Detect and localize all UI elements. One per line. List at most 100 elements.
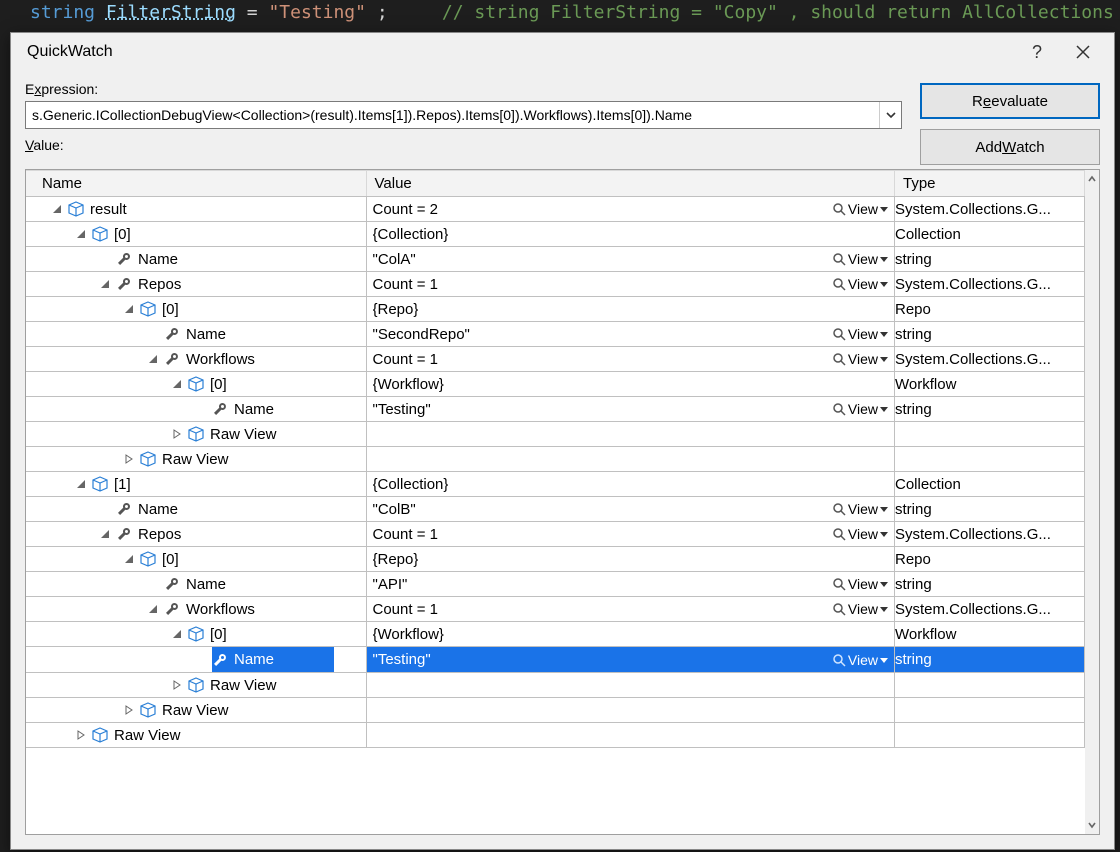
grid-header-row: Name Value Type xyxy=(26,171,1085,197)
row-type: System.Collections.G... xyxy=(895,201,1051,218)
scroll-down-icon[interactable] xyxy=(1085,816,1099,834)
table-row[interactable]: [1]{Collection}Collection xyxy=(26,472,1085,497)
table-row[interactable]: resultCount = 2ViewSystem.Collections.G.… xyxy=(26,197,1085,222)
row-value: "API" xyxy=(373,576,408,593)
expander-open-icon[interactable] xyxy=(170,627,184,641)
view-visualizer-button[interactable]: View xyxy=(832,601,888,617)
view-visualizer-button[interactable]: View xyxy=(832,652,888,668)
expander-open-icon[interactable] xyxy=(146,602,160,616)
table-row[interactable]: ReposCount = 1ViewSystem.Collections.G..… xyxy=(26,272,1085,297)
expander-open-icon[interactable] xyxy=(74,227,88,241)
table-row[interactable]: [0]{Repo}Repo xyxy=(26,297,1085,322)
expander-open-icon[interactable] xyxy=(170,377,184,391)
view-visualizer-button[interactable]: View xyxy=(832,401,888,417)
titlebar: QuickWatch ? xyxy=(11,33,1114,71)
row-name: result xyxy=(90,201,127,218)
magnifier-icon xyxy=(832,202,846,216)
row-name: Raw View xyxy=(210,677,276,694)
view-visualizer-button[interactable]: View xyxy=(832,326,888,342)
expression-input[interactable] xyxy=(25,101,902,129)
magnifier-icon xyxy=(832,327,846,341)
view-visualizer-button[interactable]: View xyxy=(832,251,888,267)
table-row[interactable]: [0]{Workflow}Workflow xyxy=(26,372,1085,397)
view-visualizer-button[interactable]: View xyxy=(832,351,888,367)
expander-open-icon[interactable] xyxy=(122,552,136,566)
row-name: [0] xyxy=(162,301,179,318)
box-icon xyxy=(68,201,84,217)
expander-open-icon[interactable] xyxy=(50,202,64,216)
row-name: Name xyxy=(234,401,274,418)
wrench-icon xyxy=(164,326,180,342)
table-row[interactable]: ReposCount = 1ViewSystem.Collections.G..… xyxy=(26,522,1085,547)
table-row[interactable]: Name"ColB"Viewstring xyxy=(26,497,1085,522)
magnifier-icon xyxy=(832,252,846,266)
view-visualizer-button[interactable]: View xyxy=(832,576,888,592)
table-row[interactable]: Name"ColA"Viewstring xyxy=(26,247,1085,272)
row-name: Workflows xyxy=(186,351,255,368)
row-value: Count = 1 xyxy=(373,351,438,368)
wrench-icon xyxy=(212,401,228,417)
table-row[interactable]: Raw View xyxy=(26,698,1085,723)
expander-closed-icon[interactable] xyxy=(122,703,136,717)
view-visualizer-button[interactable]: View xyxy=(832,276,888,292)
row-name: Workflows xyxy=(186,601,255,618)
row-name: Name xyxy=(138,251,178,268)
box-icon xyxy=(188,626,204,642)
table-row[interactable]: Raw View xyxy=(26,447,1085,472)
table-row[interactable]: [0]{Workflow}Workflow xyxy=(26,622,1085,647)
box-icon xyxy=(188,376,204,392)
table-row[interactable]: Raw View xyxy=(26,673,1085,698)
vertical-scrollbar[interactable] xyxy=(1085,170,1099,834)
row-value: Count = 1 xyxy=(373,601,438,618)
code-keyword: string xyxy=(30,2,95,23)
expander-closed-icon[interactable] xyxy=(170,678,184,692)
table-row[interactable]: [0]{Repo}Repo xyxy=(26,547,1085,572)
table-row[interactable]: Name"Testing"Viewstring xyxy=(26,647,1085,673)
expander-open-icon[interactable] xyxy=(98,277,112,291)
expander-closed-icon[interactable] xyxy=(74,728,88,742)
row-type: string xyxy=(895,501,932,518)
wrench-icon xyxy=(164,351,180,367)
expander-closed-icon[interactable] xyxy=(122,452,136,466)
row-name: [1] xyxy=(114,476,131,493)
expression-dropdown-button[interactable] xyxy=(879,102,901,128)
row-type: Repo xyxy=(895,301,931,318)
wrench-icon xyxy=(116,526,132,542)
col-header-name[interactable]: Name xyxy=(26,171,366,197)
table-row[interactable]: WorkflowsCount = 1ViewSystem.Collections… xyxy=(26,597,1085,622)
col-header-value[interactable]: Value xyxy=(366,171,895,197)
expander-open-icon[interactable] xyxy=(98,527,112,541)
table-row[interactable]: Name"Testing"Viewstring xyxy=(26,397,1085,422)
expander-closed-icon[interactable] xyxy=(170,427,184,441)
code-semicolon: ; xyxy=(377,2,388,23)
scroll-up-icon[interactable] xyxy=(1085,170,1099,188)
table-row[interactable]: Raw View xyxy=(26,723,1085,748)
close-button[interactable] xyxy=(1060,37,1106,67)
dropdown-triangle-icon xyxy=(880,330,888,338)
code-comment: // string FilterString = "Copy" , should… xyxy=(442,2,1114,23)
dropdown-triangle-icon xyxy=(880,255,888,263)
row-value: "ColA" xyxy=(373,251,416,268)
view-visualizer-button[interactable]: View xyxy=(832,501,888,517)
add-watch-button[interactable]: Add Watch xyxy=(920,129,1100,165)
help-button[interactable]: ? xyxy=(1014,37,1060,67)
expander-open-icon[interactable] xyxy=(74,477,88,491)
row-name: Raw View xyxy=(162,451,228,468)
col-header-type[interactable]: Type xyxy=(895,171,1085,197)
row-name: Repos xyxy=(138,276,181,293)
table-row[interactable]: Name"API"Viewstring xyxy=(26,572,1085,597)
expander-open-icon[interactable] xyxy=(122,302,136,316)
table-row[interactable]: Raw View xyxy=(26,422,1085,447)
expander-open-icon[interactable] xyxy=(146,352,160,366)
dropdown-triangle-icon xyxy=(880,205,888,213)
dropdown-triangle-icon xyxy=(880,580,888,588)
table-row[interactable]: Name"SecondRepo"Viewstring xyxy=(26,322,1085,347)
view-visualizer-button[interactable]: View xyxy=(832,526,888,542)
table-row[interactable]: [0]{Collection}Collection xyxy=(26,222,1085,247)
table-row[interactable]: WorkflowsCount = 1ViewSystem.Collections… xyxy=(26,347,1085,372)
view-visualizer-button[interactable]: View xyxy=(832,201,888,217)
row-value: {Workflow} xyxy=(373,376,444,393)
editor-code-line: string FilterString = "Testing" ; // str… xyxy=(30,2,1114,23)
reevaluate-button[interactable]: Reevaluate xyxy=(920,83,1100,119)
row-type: string xyxy=(895,401,932,418)
